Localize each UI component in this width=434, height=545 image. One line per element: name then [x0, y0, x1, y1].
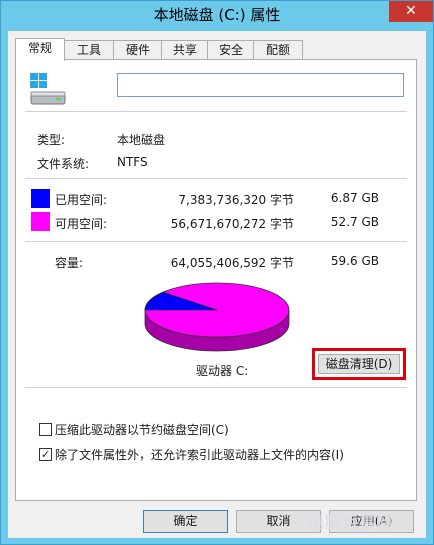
drive-icon: [30, 73, 66, 105]
drive-letter-label: 驱动器 C:: [196, 364, 249, 378]
divider: [25, 387, 407, 388]
used-space-bytes: 7,383,736,320 字节: [178, 193, 294, 207]
free-space-swatch: [31, 212, 50, 231]
divider: [25, 241, 407, 242]
drive-name-input[interactable]: [117, 73, 404, 97]
dialog-body: 常规 工具 硬件 共享 安全 配额 类型: 本地磁盘 文件系统: NTFS 已用…: [8, 31, 426, 538]
window-title: 本地磁盘 (C:) 属性: [153, 6, 281, 24]
tab-sharing[interactable]: 共享: [161, 40, 209, 60]
divider: [25, 178, 407, 179]
filesystem-label: 文件系统:: [37, 157, 90, 171]
type-label: 类型:: [37, 133, 66, 147]
disk-cleanup-highlight: 磁盘清理(D): [312, 348, 406, 380]
used-space-label: 已用空间:: [55, 193, 108, 207]
disk-cleanup-button[interactable]: 磁盘清理(D): [318, 354, 400, 374]
tab-tools[interactable]: 工具: [63, 40, 115, 60]
watermark: 电脑百事网: [308, 513, 394, 532]
index-checkbox[interactable]: ✓: [39, 448, 52, 461]
capacity-bytes: 64,055,406,592 字节: [170, 256, 294, 270]
free-space-label: 可用空间:: [55, 217, 108, 231]
tab-hardware[interactable]: 硬件: [113, 40, 163, 60]
type-value: 本地磁盘: [117, 133, 166, 147]
used-space-size: 6.87 GB: [330, 191, 379, 205]
used-space-swatch: [31, 189, 50, 208]
close-button[interactable]: ✕: [389, 1, 433, 22]
tab-quota[interactable]: 配额: [253, 40, 303, 60]
free-space-size: 52.7 GB: [330, 215, 379, 229]
index-label[interactable]: 除了文件属性外，还允许索引此驱动器上文件的内容(I): [55, 446, 344, 463]
divider: [25, 111, 407, 112]
tab-security[interactable]: 安全: [207, 40, 255, 60]
tab-general[interactable]: 常规: [15, 38, 65, 61]
capacity-label: 容量:: [55, 256, 84, 270]
free-space-bytes: 56,671,670,272 字节: [170, 217, 294, 231]
compress-label[interactable]: 压缩此驱动器以节约磁盘空间(C): [55, 421, 229, 438]
capacity-size: 59.6 GB: [330, 254, 379, 268]
disk-usage-pie: [144, 282, 290, 352]
compress-checkbox[interactable]: [39, 423, 52, 436]
ok-button[interactable]: 确定: [143, 510, 228, 533]
properties-window: 本地磁盘 (C:) 属性 ✕ 常规 工具 硬件 共享 安全 配额 类型: 本地磁…: [0, 0, 434, 545]
filesystem-value: NTFS: [117, 155, 148, 169]
general-tab-panel: 类型: 本地磁盘 文件系统: NTFS 已用空间: 7,383,736,320 …: [15, 59, 417, 501]
title-bar[interactable]: 本地磁盘 (C:) 属性 ✕: [1, 1, 433, 30]
